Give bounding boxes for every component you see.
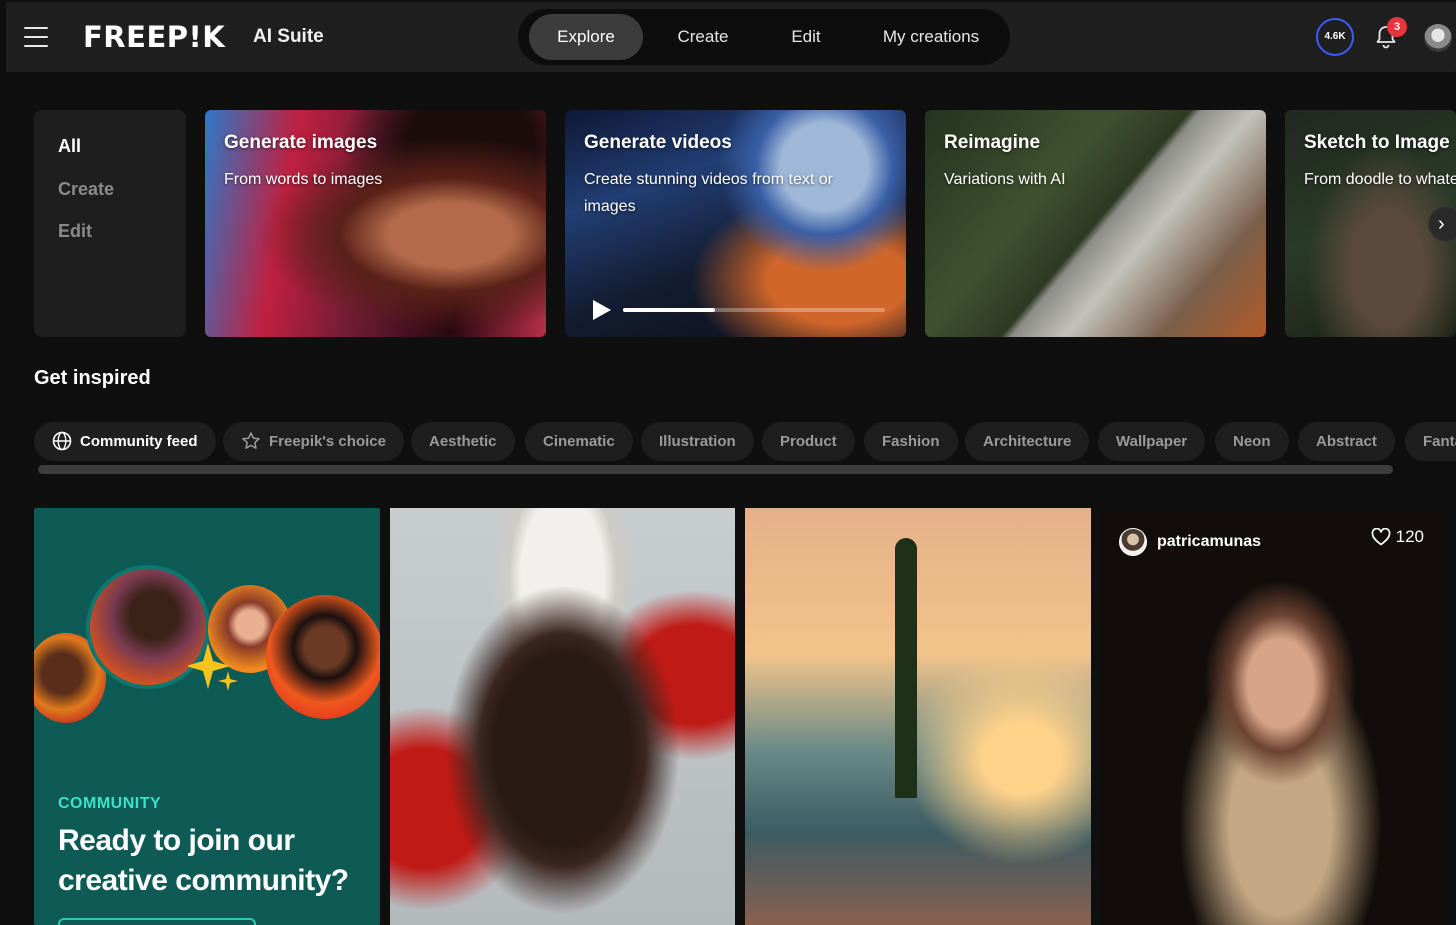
tab-explore[interactable]: Explore [529, 14, 643, 60]
post-author[interactable]: patricamunas [1119, 527, 1261, 557]
community-title: Ready to join our creative community? [58, 824, 349, 897]
tab-edit[interactable]: Edit [763, 14, 849, 60]
credits-badge[interactable]: 4.6K [1316, 18, 1354, 56]
freepik-logo[interactable]: FREEP!K [83, 20, 225, 54]
feature-title: Generate images [224, 132, 378, 153]
author-avatar [1119, 528, 1147, 556]
feature-title: Sketch to Image [1304, 132, 1450, 153]
feature-title: Reimagine [944, 132, 1041, 153]
gallery-image-portrait-burger[interactable]: patricamunas 120 [1101, 508, 1446, 925]
chip-illustration[interactable]: Illustration [641, 422, 754, 461]
chip-wallpaper[interactable]: Wallpaper [1098, 422, 1206, 461]
chip-fashion[interactable]: Fashion [864, 422, 958, 461]
category-filter-panel: All Create Edit [34, 110, 186, 337]
feature-title: Generate videos [584, 132, 732, 153]
feature-card-generate-videos[interactable]: Generate videos Create stunning videos f… [565, 110, 906, 337]
ai-suite-label: AI Suite [253, 26, 324, 47]
play-icon[interactable] [593, 300, 611, 320]
chips-horizontal-scrollbar[interactable] [38, 465, 1393, 474]
chip-abstract[interactable]: Abstract [1298, 422, 1395, 461]
tab-create[interactable]: Create [651, 14, 755, 60]
category-create[interactable]: Create [58, 179, 114, 200]
join-community-button[interactable] [58, 918, 256, 925]
category-edit[interactable]: Edit [58, 221, 92, 242]
chip-cinematic[interactable]: Cinematic [525, 422, 633, 461]
sparkle-icon [188, 643, 238, 691]
chip-freepiks-choice[interactable]: Freepik's choice [223, 422, 404, 461]
get-inspired-heading: Get inspired [34, 367, 151, 389]
feature-card-reimagine[interactable]: Reimagine Variations with AI [925, 110, 1266, 337]
feature-subtitle: Variations with AI [944, 171, 1066, 188]
chip-product[interactable]: Product [762, 422, 855, 461]
feature-card-generate-images[interactable]: Generate images From words to images [205, 110, 546, 337]
like-count: 120 [1395, 527, 1424, 546]
star-icon [242, 431, 260, 449]
app-root: FREEP!K AI Suite Explore Create Edit My … [0, 0, 1456, 925]
heart-icon [1371, 528, 1390, 546]
globe-icon [52, 431, 72, 450]
hamburger-menu-icon[interactable] [24, 27, 48, 47]
chip-label: Freepik's choice [269, 433, 386, 450]
chip-architecture[interactable]: Architecture [965, 422, 1090, 461]
video-progress-fill [623, 308, 715, 312]
community-label: COMMUNITY [58, 795, 162, 812]
feature-subtitle: From doodle to whatever [1304, 171, 1456, 188]
community-avatars-illustration [34, 563, 380, 723]
chip-fantasy[interactable]: Fantasy [1405, 422, 1456, 461]
tab-my-creations[interactable]: My creations [861, 14, 1001, 60]
chip-neon[interactable]: Neon [1215, 422, 1289, 461]
main-nav: Explore Create Edit My creations [518, 9, 1010, 65]
gallery-image-portrait-flowers[interactable] [390, 508, 735, 925]
category-all[interactable]: All [58, 136, 81, 157]
gallery-image-coastal-sunset[interactable] [745, 508, 1091, 925]
carousel-next-chevron-icon[interactable]: › [1428, 206, 1456, 242]
video-progress-bar[interactable] [623, 308, 885, 312]
chip-label: Community feed [80, 433, 198, 450]
chip-aesthetic[interactable]: Aesthetic [411, 422, 515, 461]
feature-subtitle: From words to images [224, 171, 383, 188]
author-username: patricamunas [1157, 533, 1262, 550]
community-promo-card[interactable]: COMMUNITY Ready to join our creative com… [34, 508, 380, 925]
chip-community-feed[interactable]: Community feed [34, 422, 216, 461]
notification-count-badge: 3 [1387, 17, 1407, 37]
top-header: FREEP!K AI Suite Explore Create Edit My … [6, 2, 1456, 72]
like-button[interactable]: 120 [1371, 527, 1424, 547]
feature-subtitle: Create stunning videos from text or imag… [584, 171, 834, 215]
user-avatar[interactable] [1424, 24, 1452, 52]
